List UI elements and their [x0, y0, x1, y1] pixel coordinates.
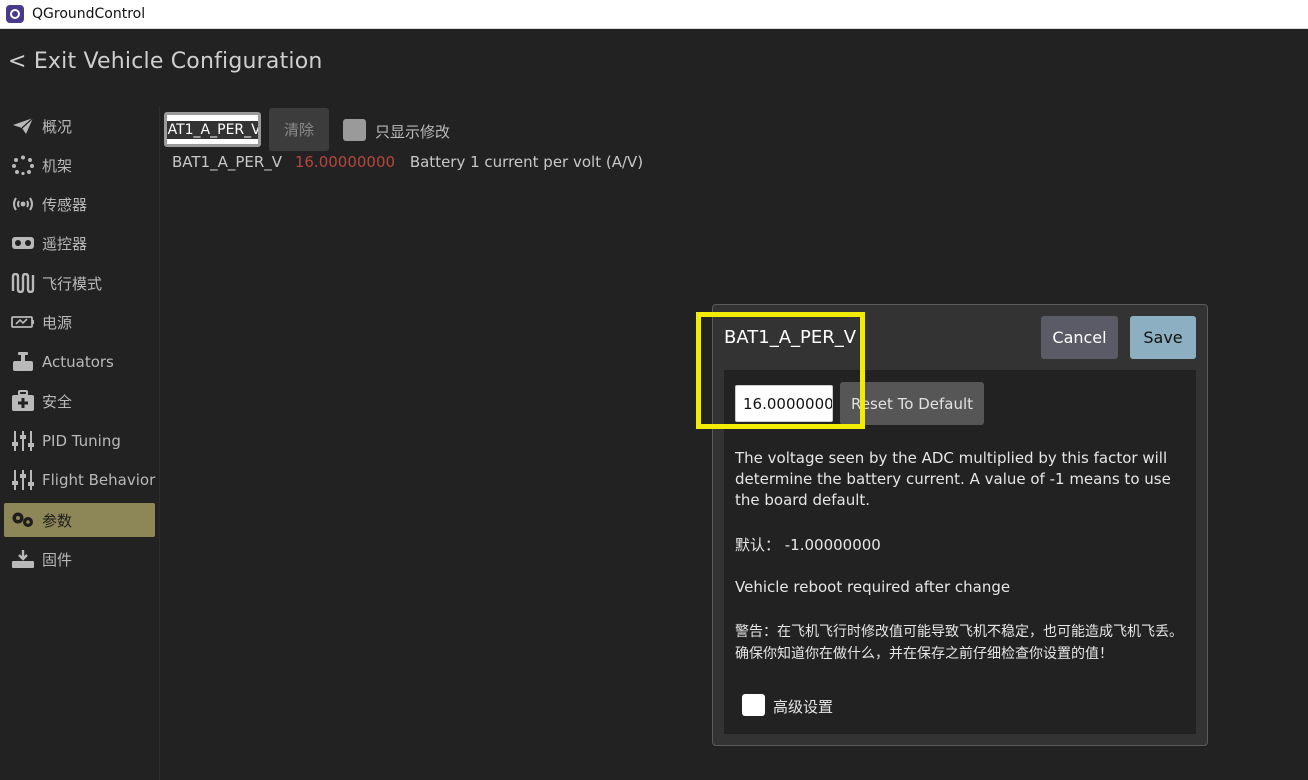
sidebar-item-flight-modes[interactable]: 飞行模式 [4, 266, 155, 300]
reboot-required-text: Vehicle reboot required after change [735, 578, 1011, 596]
title-bar: QGroundControl [0, 0, 1308, 29]
sidebar-item-flight-behavior[interactable]: Flight Behavior [4, 463, 155, 497]
search-input-selected-text: BAT1_A_PER_V [167, 120, 258, 139]
sidebar-item-label: 机架 [42, 156, 73, 175]
flight-modes-icon [11, 272, 35, 294]
cancel-button[interactable]: Cancel [1041, 316, 1118, 359]
firmware-icon [11, 548, 35, 570]
parameter-value-input[interactable]: 16.00000000 [735, 385, 833, 422]
save-button[interactable]: Save [1130, 316, 1196, 359]
sidebar-item-actuators[interactable]: Actuators [4, 345, 155, 379]
sidebar-item-sensors[interactable]: 传感器 [4, 187, 155, 221]
sidebar-item-label: 飞行模式 [42, 274, 103, 293]
sidebar-item-radio[interactable]: 遥控器 [4, 226, 155, 260]
dialog-title: BAT1_A_PER_V [724, 327, 857, 348]
sidebar-item-label: Actuators [42, 353, 114, 371]
sidebar-item-label: 安全 [42, 392, 73, 411]
sliders-icon [11, 430, 35, 452]
sidebar-item-parameters[interactable]: 参数 [4, 503, 155, 537]
table-row[interactable]: BAT1_A_PER_V 16.00000000 Battery 1 curre… [172, 153, 643, 171]
gears-icon [11, 509, 35, 531]
actuators-icon [11, 351, 35, 373]
sidebar: 概况 机架 传感器 遥控器 飞行模式 电源 Actuators 安全 PID T… [0, 106, 160, 780]
sidebar-item-label: PID Tuning [42, 432, 121, 450]
sidebar-item-pid-tuning[interactable]: PID Tuning [4, 424, 155, 458]
paper-plane-icon [11, 115, 35, 137]
power-icon [11, 311, 35, 333]
sidebar-item-label: Flight Behavior [42, 471, 156, 489]
parameter-description-text: The voltage seen by the ADC multiplied b… [735, 449, 1171, 509]
param-value: 16.00000000 [294, 153, 396, 171]
show-modified-only-checkbox[interactable] [343, 119, 366, 141]
sidebar-item-power[interactable]: 电源 [4, 305, 155, 339]
sensors-icon [11, 193, 35, 215]
sidebar-item-safety[interactable]: 安全 [4, 384, 155, 418]
exit-vehicle-configuration-link[interactable]: < Exit Vehicle Configuration [8, 49, 323, 74]
sidebar-item-summary[interactable]: 概况 [4, 109, 155, 143]
sliders-icon [11, 469, 35, 491]
radio-controller-icon [11, 232, 35, 254]
airframe-dots-icon [11, 154, 35, 176]
advanced-settings-label: 高级设置 [773, 698, 834, 716]
sidebar-item-airframe[interactable]: 机架 [4, 148, 155, 182]
param-name: BAT1_A_PER_V [172, 153, 283, 171]
show-modified-only-label: 只显示修改 [375, 123, 451, 141]
clear-button[interactable]: 清除 [269, 108, 329, 151]
warning-text: 警告：在飞机飞行时修改值可能导致飞机不稳定，也可能造成飞机飞丢。 确保你知道你在… [735, 624, 1183, 662]
sidebar-item-label: 遥控器 [42, 234, 88, 253]
sidebar-item-label: 电源 [42, 313, 73, 332]
window-title: QGroundControl [32, 6, 146, 22]
param-description: Battery 1 current per volt (A/V) [409, 153, 644, 171]
safety-icon [11, 390, 35, 412]
sidebar-item-label: 传感器 [42, 195, 88, 214]
sidebar-item-label: 固件 [42, 550, 73, 569]
qgc-logo-icon [6, 5, 24, 23]
advanced-settings-checkbox[interactable] [742, 694, 765, 716]
default-value-text: 默认： -1.00000000 [735, 536, 881, 554]
sidebar-item-label: 参数 [42, 511, 73, 530]
reset-to-default-button[interactable]: Reset To Default [840, 382, 984, 425]
sidebar-item-label: 概况 [42, 117, 73, 136]
sidebar-item-firmware[interactable]: 固件 [4, 542, 155, 576]
parameter-search-input[interactable]: BAT1_A_PER_V [164, 112, 261, 147]
